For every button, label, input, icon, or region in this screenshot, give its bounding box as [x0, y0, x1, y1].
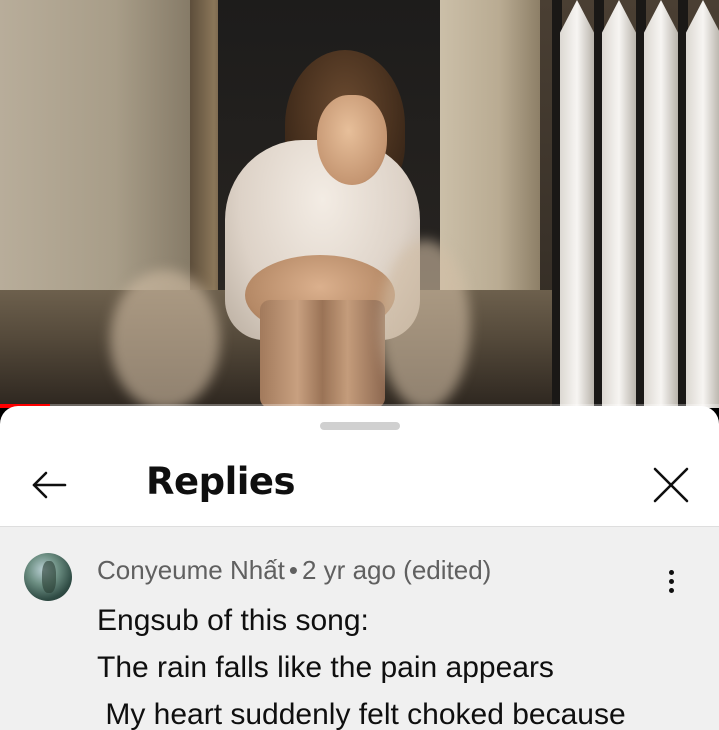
video-frame-foreground-blur [380, 240, 470, 408]
comment-text: Engsub of this song: The rain falls like… [97, 597, 707, 730]
arrow-left-icon [32, 471, 67, 499]
video-player[interactable] [0, 0, 719, 408]
drag-handle[interactable] [320, 422, 400, 430]
replies-panel: Replies Conyeume Nhất • 2 yr ago (edited) … [0, 406, 719, 730]
comment-line: My heart suddenly felt choked because [97, 698, 626, 730]
meta-separator: • [288, 555, 298, 585]
comment-item: Conyeume Nhất • 2 yr ago (edited) Engsub o… [0, 526, 719, 730]
video-frame-fence-picket [602, 0, 636, 408]
video-frame-fence-picket [686, 0, 719, 408]
comment-meta: Conyeume Nhất • 2 yr ago (edited) [97, 555, 491, 586]
video-frame-fence-picket [644, 0, 678, 408]
comment-line: Engsub of this song: [97, 604, 369, 637]
comment-line: The rain falls like the pain appears [97, 651, 554, 684]
comment-author[interactable]: Conyeume Nhất [97, 555, 285, 585]
video-frame-fence-picket [560, 0, 594, 408]
more-options-button[interactable] [656, 561, 686, 601]
page-title: Replies [146, 460, 296, 503]
comment-timestamp: 2 yr ago (edited) [302, 555, 492, 585]
avatar[interactable] [24, 553, 72, 601]
more-vertical-icon [668, 569, 674, 575]
close-icon [653, 467, 689, 503]
replies-header: Replies [0, 446, 719, 526]
back-button[interactable] [22, 458, 76, 512]
close-button[interactable] [644, 458, 698, 512]
video-frame-foreground-blur [110, 270, 220, 408]
